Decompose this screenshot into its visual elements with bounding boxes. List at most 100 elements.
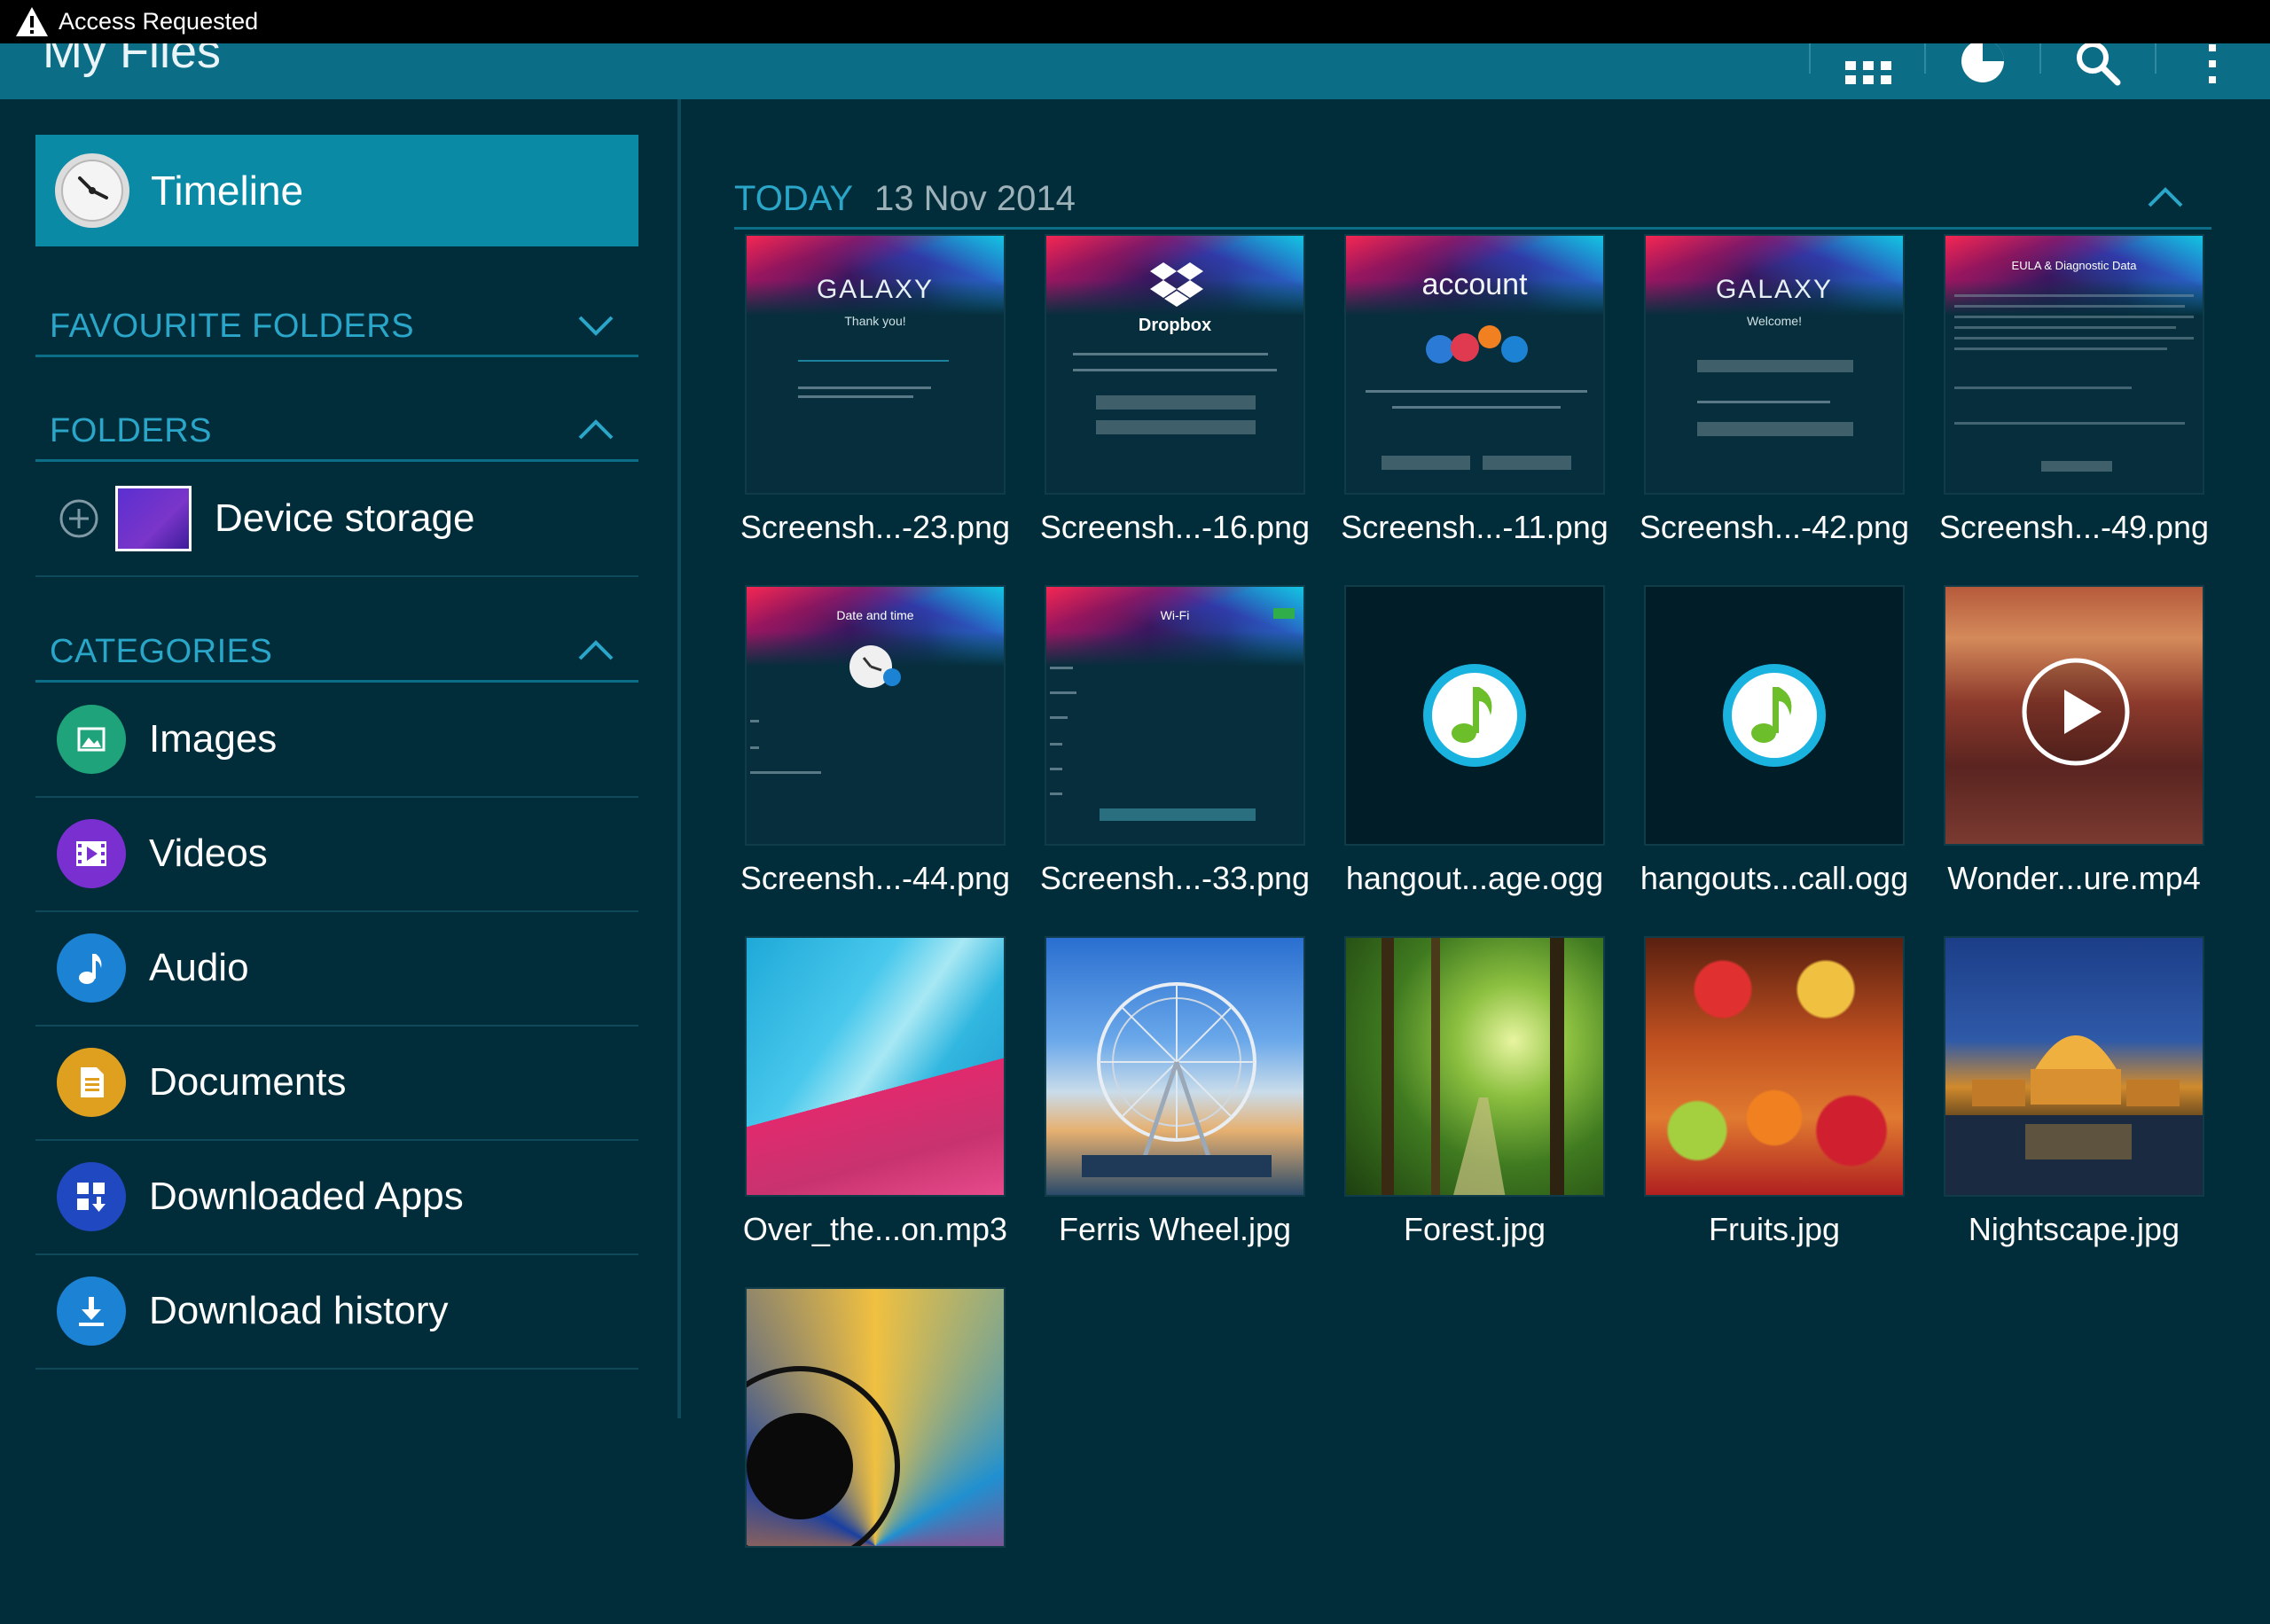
category-label: Videos	[149, 832, 268, 875]
thumb-caption: Date and time	[836, 608, 914, 622]
file-name: Screensh...-49.png	[1938, 509, 2210, 545]
file-thumbnail	[1344, 585, 1605, 846]
ferris-wheel-image	[1082, 982, 1272, 1177]
clock-icon	[55, 153, 129, 228]
file-thumbnail	[1644, 936, 1905, 1197]
file-name: Over_the...on.mp3	[742, 1211, 1008, 1247]
chevron-down-icon	[578, 316, 614, 336]
file-tile[interactable]: hangouts...call.ogg	[1640, 585, 1908, 922]
folders-header[interactable]: FOLDERS	[35, 392, 638, 462]
music-note-icon	[1723, 664, 1826, 767]
file-name: Forest.jpg	[1403, 1211, 1546, 1247]
file-thumbnail	[745, 1287, 1006, 1548]
file-tile[interactable]: Date and time Screensh...-44.png	[740, 585, 1010, 922]
sidebar: Timeline FAVOURITE FOLDERS FOLDERS Devic…	[0, 99, 681, 1418]
warning-icon	[16, 6, 48, 36]
file-thumbnail	[1045, 936, 1305, 1197]
file-tile[interactable]: Dropbox Screensh...-16.png	[1040, 234, 1310, 571]
file-name: Screensh...-33.png	[1039, 860, 1311, 896]
downloaded-apps-icon	[57, 1162, 126, 1231]
thumb-caption: EULA & Diagnostic Data	[2011, 259, 2137, 272]
category-download-history[interactable]: Download history	[35, 1254, 638, 1370]
categories-header[interactable]: CATEGORIES	[35, 613, 638, 683]
dropbox-logo-icon	[1150, 262, 1203, 307]
expand-plus-icon[interactable]	[59, 498, 99, 539]
file-name: Nightscape.jpg	[1968, 1211, 2180, 1247]
file-name: Screensh...-16.png	[1039, 509, 1311, 545]
thumb-caption: Wi-Fi	[1160, 608, 1190, 622]
file-tile[interactable]: Wonder...ure.mp4	[1944, 585, 2204, 922]
thumb-caption: account	[1421, 268, 1528, 301]
chevron-up-icon	[578, 640, 614, 660]
category-audio[interactable]: Audio	[35, 911, 638, 1027]
category-videos[interactable]: Videos	[35, 797, 638, 912]
overflow-menu-icon[interactable]	[2168, 43, 2257, 99]
file-name: hangouts...call.ogg	[1640, 860, 1909, 896]
file-grid-area: TODAY 13 Nov 2014 GALAXY Thank you! Scre…	[681, 99, 2270, 1548]
category-label: Download history	[149, 1289, 449, 1332]
file-name: Screensh...-11.png	[1341, 509, 1609, 545]
file-tile[interactable]: EULA & Diagnostic Data Screensh...-49.pn…	[1939, 234, 2209, 571]
chevron-up-icon[interactable]	[2146, 186, 2185, 209]
file-thumbnail	[1944, 936, 2204, 1197]
file-tile[interactable]: hangout...age.ogg	[1344, 585, 1605, 922]
thumb-subcaption: Welcome!	[1747, 314, 1802, 328]
file-tile[interactable]: Fruits.jpg	[1644, 936, 1905, 1273]
category-images[interactable]: Images	[35, 683, 638, 798]
file-tile[interactable]: Ferris Wheel.jpg	[1045, 936, 1305, 1273]
device-storage-item[interactable]: Device storage	[35, 462, 638, 577]
search-icon[interactable]	[2054, 43, 2142, 99]
thumb-caption: GALAXY	[816, 275, 935, 304]
file-name: Fruits.jpg	[1708, 1211, 1841, 1247]
category-downloaded-apps[interactable]: Downloaded Apps	[35, 1140, 638, 1255]
file-thumbnail	[745, 936, 1006, 1197]
category-documents[interactable]: Documents	[35, 1026, 638, 1141]
download-history-icon	[57, 1277, 126, 1346]
file-name: Screensh...-44.png	[740, 860, 1011, 896]
play-icon	[2022, 658, 2130, 766]
file-name: Screensh...-42.png	[1639, 509, 1910, 545]
file-tile[interactable]: Forest.jpg	[1344, 936, 1605, 1273]
images-icon	[57, 705, 126, 774]
status-bar: Access Requested	[0, 0, 2270, 43]
section-date: 13 Nov 2014	[874, 179, 1076, 218]
file-thumbnail	[1944, 585, 2204, 846]
file-tile[interactable]: GALAXY Welcome! Screensh...-42.png	[1640, 234, 1909, 571]
apps-cluster-icon	[1426, 325, 1528, 363]
file-thumbnail: Date and time	[745, 585, 1006, 846]
file-thumbnail: GALAXY Thank you!	[745, 234, 1006, 495]
file-name: Screensh...-23.png	[740, 509, 1011, 545]
storage-usage-icon[interactable]	[1938, 43, 2027, 99]
file-name: Ferris Wheel.jpg	[1058, 1211, 1292, 1247]
file-tile[interactable]: account Screensh...-11.png	[1341, 234, 1609, 571]
timeline-item[interactable]: Timeline	[35, 135, 638, 246]
device-storage-label: Device storage	[215, 496, 475, 540]
thumb-caption: Dropbox	[1138, 316, 1212, 335]
file-thumbnail	[1644, 585, 1905, 846]
date-section-header[interactable]: TODAY 13 Nov 2014	[734, 163, 2211, 230]
action-bar: My Files	[0, 43, 2270, 99]
app-title: My Files	[43, 43, 221, 78]
documents-icon	[57, 1048, 126, 1117]
dome-image	[747, 1366, 900, 1546]
clock-settings-icon	[849, 645, 901, 688]
file-thumbnail: account	[1344, 234, 1605, 495]
thumb-subcaption: Thank you!	[844, 314, 906, 328]
file-tile[interactable]: Over_the...on.mp3	[743, 936, 1007, 1273]
file-tile[interactable]	[745, 1287, 1006, 1624]
wifi-toggle-icon	[1273, 608, 1295, 619]
file-thumbnail: GALAXY Welcome!	[1644, 234, 1905, 495]
grid-view-icon[interactable]	[1824, 43, 1913, 99]
videos-icon	[57, 819, 126, 888]
categories-label: CATEGORIES	[50, 633, 273, 670]
chevron-up-icon	[578, 419, 614, 440]
notification-text: Access Requested	[59, 8, 259, 35]
file-tile[interactable]: Nightscape.jpg	[1944, 936, 2204, 1273]
music-note-icon	[1423, 664, 1526, 767]
favourite-folders-header[interactable]: FAVOURITE FOLDERS	[35, 287, 638, 357]
file-thumbnail: Wi-Fi	[1045, 585, 1305, 846]
file-tile[interactable]: GALAXY Thank you! Screensh...-23.png	[740, 234, 1010, 571]
forest-image	[1382, 938, 1564, 1195]
file-tile[interactable]: Wi-Fi Screensh...-33.png	[1040, 585, 1310, 922]
palace-image	[1945, 1035, 2203, 1195]
